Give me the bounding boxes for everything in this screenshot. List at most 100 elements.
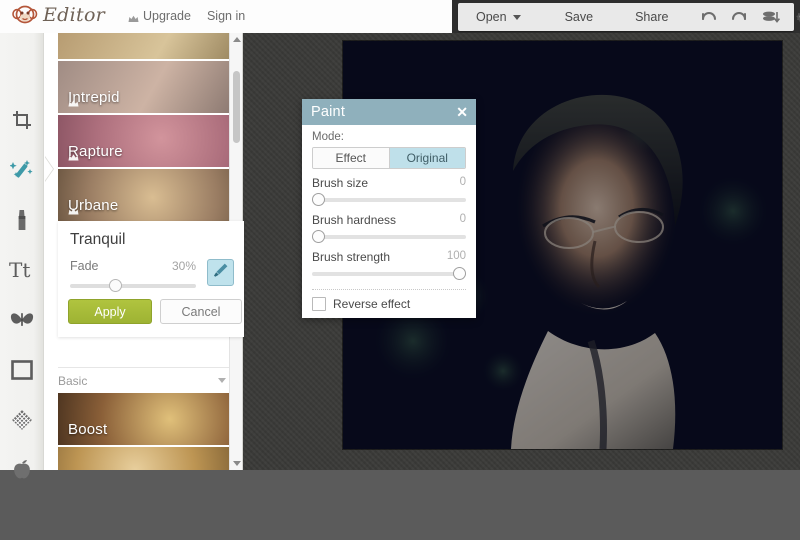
tool-textures[interactable]: [0, 395, 44, 445]
fade-row: Fade 30%: [70, 259, 196, 275]
tranquil-settings-card: Tranquil Fade 30% Apply Cancel: [58, 221, 244, 337]
effect-thumbnail: [58, 33, 230, 59]
brush-strength-knob[interactable]: [452, 267, 466, 280]
brush-hardness-track: [312, 235, 466, 239]
save-button[interactable]: Save: [561, 3, 598, 31]
upgrade-button[interactable]: Upgrade: [128, 9, 191, 23]
brush-size-value: 0: [459, 176, 466, 188]
brush-hardness-row: Brush hardness 0: [312, 213, 466, 228]
undo-icon[interactable]: [700, 10, 717, 24]
brush-size-row: Brush size 0: [312, 176, 466, 191]
mode-label: Mode:: [312, 131, 344, 143]
paint-dialog-title: Paint: [311, 104, 346, 120]
mode-original-button[interactable]: Original: [389, 148, 465, 168]
cancel-button[interactable]: Cancel: [160, 299, 242, 324]
texture-icon: [11, 409, 33, 431]
magic-wand-icon: [10, 159, 34, 181]
open-button[interactable]: Open: [472, 3, 525, 31]
tool-text[interactable]: Tt: [0, 245, 44, 295]
save-label: Save: [564, 10, 594, 24]
brush-strength-row: Brush strength 100: [312, 250, 466, 265]
toolbar-icon-group: [700, 9, 800, 25]
fade-slider-knob[interactable]: [109, 279, 123, 292]
section-label: Basic: [58, 373, 88, 388]
fade-value: 30%: [171, 259, 196, 273]
tool-seasonal[interactable]: [0, 445, 44, 495]
apply-label: Apply: [94, 304, 126, 319]
brush-strength-track: [312, 272, 466, 276]
effect-label: Boost: [68, 421, 108, 438]
redo-icon[interactable]: [731, 10, 748, 24]
paintbrush-icon: [212, 262, 229, 284]
brush-hardness-knob[interactable]: [312, 230, 325, 243]
brush-hardness-label: Brush hardness: [312, 213, 397, 227]
signin-button[interactable]: Sign in: [207, 9, 245, 23]
svg-text:Tt: Tt: [9, 259, 30, 281]
list-item[interactable]: Urbane: [58, 169, 230, 221]
text-tt-icon: Tt: [9, 259, 35, 281]
open-label: Open: [476, 10, 507, 24]
list-item[interactable]: Rapture: [58, 115, 230, 167]
apply-button[interactable]: Apply: [68, 299, 152, 324]
monkey-logo-icon: [12, 4, 38, 26]
logo[interactable]: Editor: [12, 4, 105, 26]
bottom-background-strip: [0, 470, 800, 540]
mode-toggle-group: Effect Original: [312, 147, 466, 169]
list-item[interactable]: [58, 33, 230, 59]
apple-icon: [11, 459, 33, 481]
lipstick-icon: [16, 209, 28, 231]
section-header-basic[interactable]: Basic: [58, 367, 230, 389]
list-item[interactable]: Soften: [58, 447, 230, 470]
fade-label: Fade: [70, 259, 99, 273]
brush-strength-value: 100: [446, 250, 466, 262]
brush-size-slider[interactable]: [312, 193, 466, 206]
tool-touchup[interactable]: [0, 195, 44, 245]
tool-effects[interactable]: [0, 145, 53, 195]
list-item[interactable]: Intrepid: [58, 61, 230, 113]
share-label: Share: [635, 10, 669, 24]
brush-hardness-slider[interactable]: [312, 230, 466, 243]
upgrade-label: Upgrade: [143, 9, 191, 23]
tool-crop[interactable]: [0, 95, 44, 145]
logo-text: Editor: [43, 4, 106, 26]
crown-icon: [68, 94, 79, 112]
site-header: Editor Upgrade Sign in: [0, 0, 452, 33]
caret-down-icon[interactable]: [512, 14, 521, 20]
photo-editor-app: Open Save Share Editor Upgrade Sign in T…: [0, 0, 800, 540]
reverse-effect-checkbox[interactable]: Reverse effect: [312, 297, 466, 311]
gear-icon[interactable]: [794, 9, 800, 25]
checkbox-box[interactable]: [312, 297, 326, 311]
tranquil-actions: Apply Cancel: [68, 299, 242, 324]
close-icon[interactable]: ✕: [456, 105, 468, 119]
fade-slider-track: [70, 284, 196, 288]
tool-frames[interactable]: [0, 345, 44, 395]
paint-dialog: Paint ✕ Mode: Effect Original Brush size…: [302, 99, 476, 318]
scroll-down-arrow-icon[interactable]: [230, 457, 242, 470]
brush-size-knob[interactable]: [312, 193, 325, 206]
crown-icon: [68, 148, 79, 166]
tool-overlays[interactable]: [0, 295, 44, 345]
scrollbar-thumb[interactable]: [233, 71, 240, 143]
paint-tool-button[interactable]: [207, 259, 234, 286]
mode-effect-button[interactable]: Effect: [313, 148, 389, 168]
crown-icon: [128, 12, 139, 22]
chevron-down-icon[interactable]: [218, 378, 226, 383]
scroll-up-arrow-icon[interactable]: [230, 33, 242, 46]
fade-slider[interactable]: [70, 279, 196, 293]
tool-rail: Tt: [0, 33, 53, 479]
brush-size-label: Brush size: [312, 176, 369, 190]
brush-strength-label: Brush strength: [312, 250, 391, 264]
save-to-computer-icon[interactable]: [762, 10, 781, 24]
main-toolbar: Open Save Share: [458, 3, 800, 31]
brush-hardness-value: 0: [459, 213, 466, 225]
share-button[interactable]: Share: [631, 3, 672, 31]
signin-label: Sign in: [206, 9, 246, 23]
brush-strength-slider[interactable]: [312, 267, 466, 280]
paint-dialog-titlebar[interactable]: Paint ✕: [302, 99, 476, 125]
paint-dialog-body: Mode: Effect Original Brush size 0 Brush…: [302, 125, 476, 311]
cancel-label: Cancel: [181, 304, 221, 319]
list-item[interactable]: Boost: [58, 393, 230, 445]
brush-size-track: [312, 198, 466, 202]
paint-dialog-separator: [312, 289, 466, 290]
reverse-effect-label: Reverse effect: [333, 297, 411, 311]
